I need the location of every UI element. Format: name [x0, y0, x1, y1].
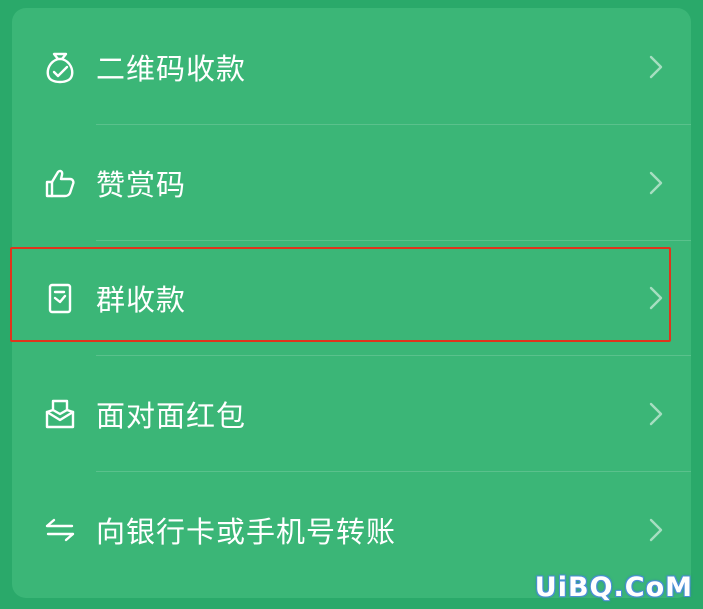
chevron-right-icon: [647, 400, 665, 428]
money-bag-icon: [42, 49, 78, 85]
chevron-right-icon: [647, 53, 665, 81]
thumbs-up-icon: [42, 165, 78, 201]
red-packet-icon: [42, 396, 78, 432]
chevron-right-icon: [647, 169, 665, 197]
transfer-icon: [42, 512, 78, 548]
menu-item-qr-collect[interactable]: 二维码收款: [12, 9, 691, 124]
receipt-icon: [42, 280, 78, 316]
chevron-right-icon: [647, 284, 665, 312]
menu-item-face-to-face-red-packet[interactable]: 面对面红包: [12, 356, 691, 471]
chevron-right-icon: [647, 516, 665, 544]
menu-item-label: 向银行卡或手机号转账: [96, 514, 397, 549]
menu-item-group-collect[interactable]: 群收款: [12, 240, 691, 355]
watermark: UiBQ.CoM: [534, 572, 693, 603]
menu-item-appreciation-code[interactable]: 赞赏码: [12, 125, 691, 240]
menu-item-label: 面对面红包: [96, 398, 247, 433]
menu-item-label: 赞赏码: [96, 167, 187, 202]
menu-item-label: 群收款: [96, 282, 187, 317]
menu-item-label: 二维码收款: [96, 51, 247, 86]
menu-item-transfer-to-bank-or-phone[interactable]: 向银行卡或手机号转账: [12, 472, 691, 587]
